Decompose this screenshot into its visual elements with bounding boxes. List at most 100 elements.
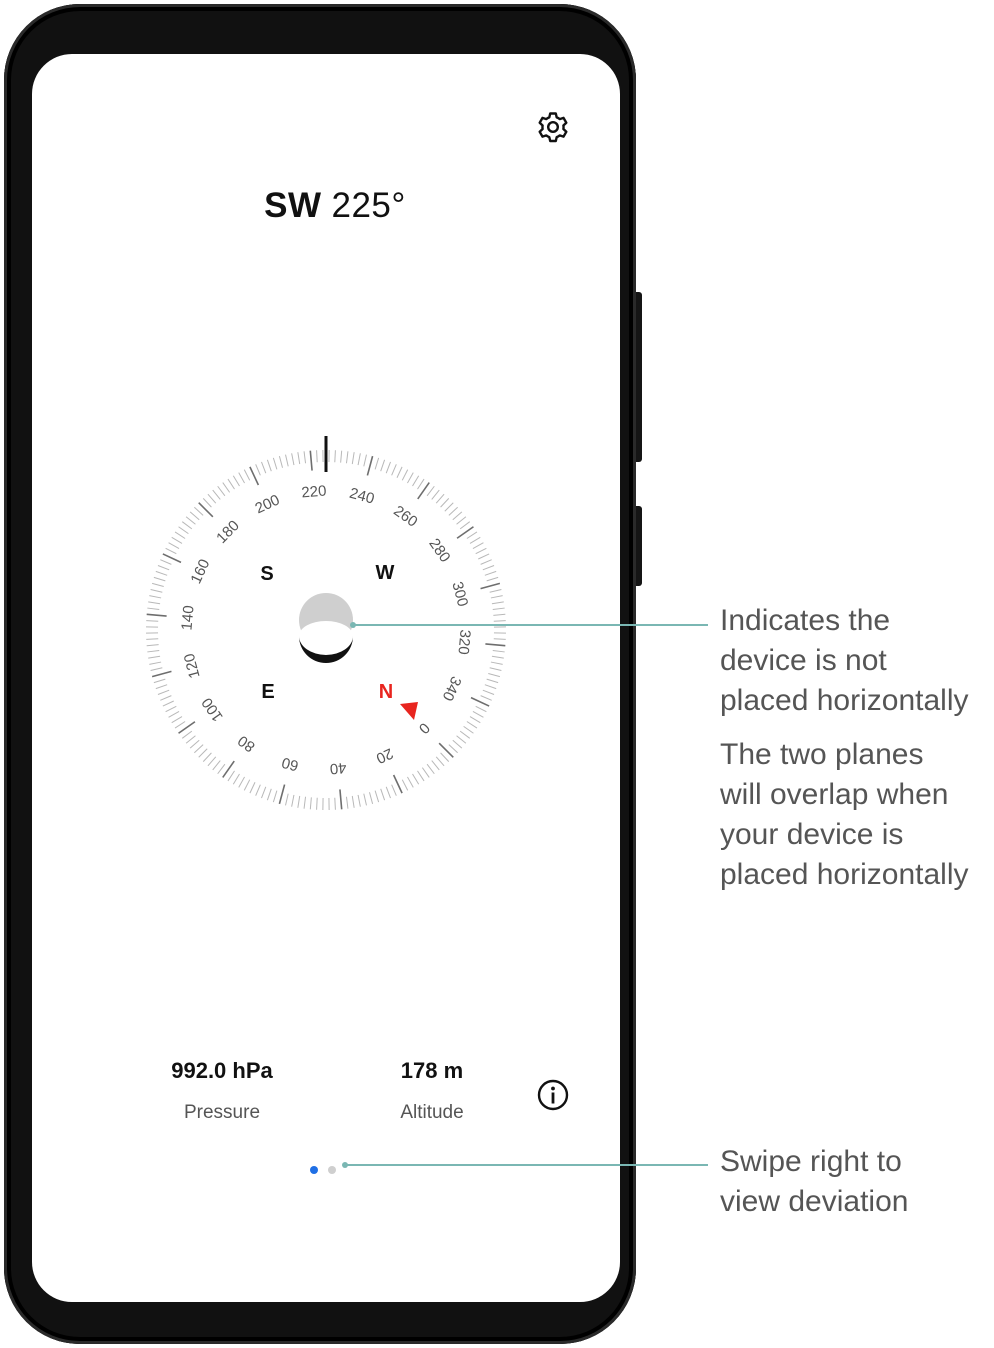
page-indicator[interactable] — [310, 1163, 336, 1177]
compass-tick — [417, 478, 425, 490]
planes-callout-text: The two planes will overlap when your de… — [720, 735, 968, 895]
planes-callout-line1: The two planes — [720, 738, 924, 771]
compass-tick — [431, 760, 440, 771]
compass-tick — [189, 739, 200, 749]
compass-tick — [452, 739, 463, 749]
compass-tick — [459, 730, 471, 739]
compass-tick — [150, 667, 163, 671]
compass-tick — [466, 531, 478, 539]
compass-tick — [147, 607, 160, 611]
compass-tick — [272, 457, 278, 470]
compass-tick — [162, 700, 174, 707]
level-callout-line2: device is not — [720, 644, 887, 677]
compass-tick — [194, 506, 204, 516]
power-button — [636, 292, 642, 462]
compass-tick — [198, 502, 214, 518]
compass-tick — [149, 661, 162, 665]
compass-tick — [146, 613, 167, 617]
cardinal-s: S — [260, 563, 273, 585]
compass-tick — [217, 485, 226, 497]
compass-tick — [151, 670, 172, 678]
compass-tick — [291, 794, 295, 807]
compass-tick — [185, 516, 196, 525]
compass-tick — [345, 451, 349, 464]
page-dot-2[interactable] — [328, 1166, 336, 1174]
compass-tick — [357, 794, 361, 807]
compass-tick — [303, 796, 307, 809]
compass-tick — [490, 661, 503, 665]
page-dot-1[interactable] — [310, 1166, 318, 1174]
ring-label-20: 20 — [373, 744, 395, 766]
compass-tick — [255, 464, 261, 476]
level-bubble — [299, 593, 353, 664]
compass-tick — [478, 553, 490, 560]
ring-label-60: 60 — [280, 753, 301, 774]
pressure-value: 992.0 hPa — [171, 1058, 273, 1083]
compass-tick — [392, 774, 403, 794]
compass-tick — [480, 695, 492, 701]
compass-tick — [189, 511, 200, 521]
ring-label-320: 320 — [454, 629, 473, 655]
compass-tick — [448, 744, 458, 754]
compass-tick — [440, 752, 450, 762]
compass-tick — [484, 684, 497, 690]
info-icon[interactable] — [536, 1078, 570, 1112]
compass-tick — [489, 589, 502, 593]
compass-tick — [488, 672, 500, 678]
compass-tick — [486, 678, 499, 684]
compass-tick — [472, 542, 484, 549]
compass-tick — [417, 770, 425, 782]
compass-tick — [185, 735, 196, 744]
north-pointer — [400, 702, 418, 720]
compass-tick — [212, 489, 221, 500]
compass-tick — [297, 795, 301, 808]
compass-tick — [407, 472, 414, 484]
compass-tick — [363, 793, 367, 806]
compass-tick — [385, 786, 391, 799]
compass-tick — [148, 655, 161, 659]
compass-tick — [157, 689, 170, 695]
compass-tick — [291, 453, 295, 466]
ring-label-80: 80 — [235, 732, 258, 755]
compass-tick — [486, 576, 499, 582]
compass-tick — [174, 531, 186, 539]
compass-tick — [351, 452, 355, 465]
level-callout-line — [354, 624, 708, 626]
compass-tick — [452, 511, 463, 521]
ring-label-260: 260 — [390, 502, 420, 530]
compass-tick — [146, 644, 159, 647]
compass-tick — [285, 454, 289, 467]
compass-tick — [456, 526, 474, 539]
compass-tick — [238, 776, 245, 788]
compass-tick — [489, 667, 502, 671]
compass-tick — [444, 502, 454, 512]
compass-tick — [484, 570, 497, 576]
ring-label-240: 240 — [348, 485, 377, 508]
compass-tick — [472, 711, 484, 718]
ring-label-140: 140 — [178, 605, 197, 631]
screen: SW 225° 0 20 40 60 80 100 120 140 160 180 200 220 240… — [32, 54, 620, 1302]
compass-tick — [366, 455, 374, 476]
compass-tick — [297, 452, 301, 465]
pressure-stat: 992.0 hPa Pressure — [132, 1058, 312, 1124]
compass-tick — [391, 784, 397, 796]
compass-tick — [421, 767, 430, 778]
level-callout-text: Indicates the device is not placed horiz… — [720, 601, 968, 721]
compass-tick — [238, 472, 245, 484]
altitude-label: Altitude — [400, 1102, 464, 1123]
compass-tick — [266, 459, 272, 472]
compass-tick — [469, 716, 481, 724]
compass-tick — [459, 521, 471, 530]
pressure-label: Pressure — [183, 1102, 261, 1123]
compass-tick — [232, 475, 240, 487]
ring-label-340: 340 — [439, 674, 465, 704]
compass-tick — [202, 752, 212, 762]
gear-icon[interactable] — [536, 110, 570, 144]
altitude-stat: 178 m Altitude — [342, 1058, 522, 1124]
compass-tick — [351, 795, 355, 808]
compass-tick — [440, 498, 450, 508]
compass-tick — [470, 696, 490, 707]
compass-tick — [480, 559, 492, 565]
compass-tick — [426, 763, 435, 775]
compass-tick — [181, 730, 193, 739]
